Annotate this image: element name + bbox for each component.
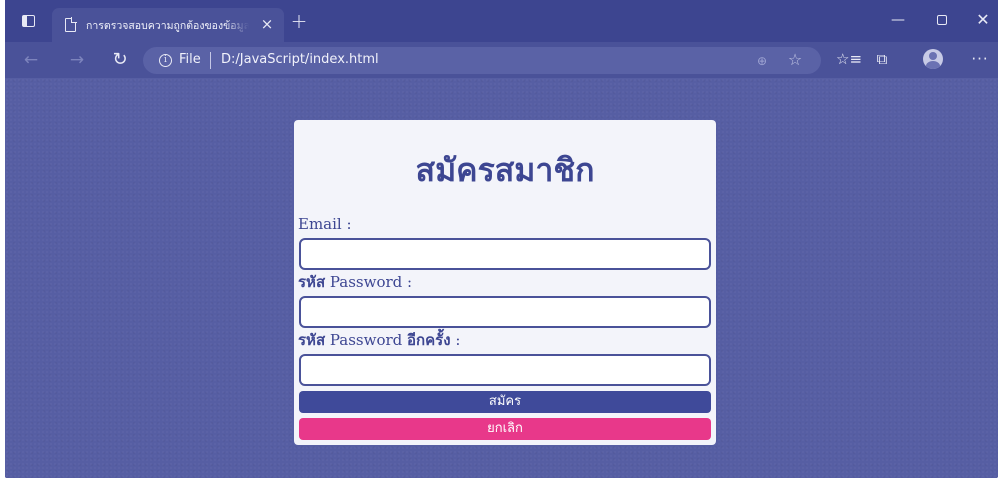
tab-active[interactable]: การตรวจสอบความถูกต้องของข้อมูลใน ×	[52, 8, 284, 42]
confirm-password-field[interactable]	[299, 354, 711, 386]
confirm-password-label: รหัส Password อีกครั้ง :	[298, 330, 460, 350]
close-tab-icon[interactable]: ×	[258, 15, 276, 33]
collections-icon[interactable]: ⧉	[871, 48, 893, 70]
confirm-label-colon: :	[450, 331, 461, 349]
sidebar-toggle-icon[interactable]	[22, 15, 35, 27]
tab-title: การตรวจสอบความถูกต้องของข้อมูลใน	[86, 20, 249, 32]
zoom-icon[interactable]: ⊕	[754, 53, 770, 69]
password-label-en: Password :	[325, 273, 413, 291]
maximize-icon	[937, 15, 947, 25]
password-label-thai: รหัส	[298, 273, 326, 291]
url-separator	[210, 52, 211, 69]
email-label: Email :	[298, 215, 352, 233]
forward-icon[interactable]: →	[65, 48, 89, 72]
site-info-icon[interactable]: i	[159, 54, 172, 67]
title-bar: การตรวจสอบความถูกต้องของข้อมูลใน × + — ✕	[5, 0, 998, 42]
document-icon	[65, 17, 77, 32]
add-favorite-icon[interactable]: ☆	[786, 51, 804, 69]
profile-avatar-icon[interactable]	[923, 49, 943, 69]
more-options-icon[interactable]: ···	[969, 48, 991, 70]
signup-card: สมัครสมาชิก Email : รหัส Password : รหัส…	[294, 120, 716, 445]
confirm-label-suffix: อีกครั้ง	[407, 331, 451, 349]
cancel-button[interactable]: ยกเลิก	[299, 418, 711, 440]
submit-button[interactable]: สมัคร	[299, 391, 711, 413]
favorites-icon[interactable]: ☆≡	[836, 48, 862, 70]
email-field[interactable]	[299, 238, 711, 270]
url-scheme: File	[179, 52, 201, 67]
refresh-icon[interactable]: ↻	[108, 48, 132, 72]
new-tab-icon[interactable]: +	[289, 11, 309, 31]
confirm-label-en: Password	[325, 331, 408, 349]
password-field[interactable]	[299, 296, 711, 328]
back-icon[interactable]: ←	[19, 48, 43, 72]
page-viewport: สมัครสมาชิก Email : รหัส Password : รหัส…	[5, 78, 998, 478]
close-window-button[interactable]: ✕	[972, 10, 994, 30]
browser-window: การตรวจสอบความถูกต้องของข้อมูลใน × + — ✕…	[5, 0, 998, 478]
minimize-button[interactable]: —	[887, 10, 909, 30]
url-path: D:/JavaScript/index.html	[221, 52, 379, 67]
confirm-label-thai: รหัส	[298, 331, 326, 349]
maximize-button[interactable]	[931, 10, 953, 30]
page-title: สมัครสมาชิก	[415, 151, 595, 189]
password-label: รหัส Password :	[298, 272, 412, 292]
url-field[interactable]: i File D:/JavaScript/index.html ⊕ ☆	[143, 47, 821, 74]
